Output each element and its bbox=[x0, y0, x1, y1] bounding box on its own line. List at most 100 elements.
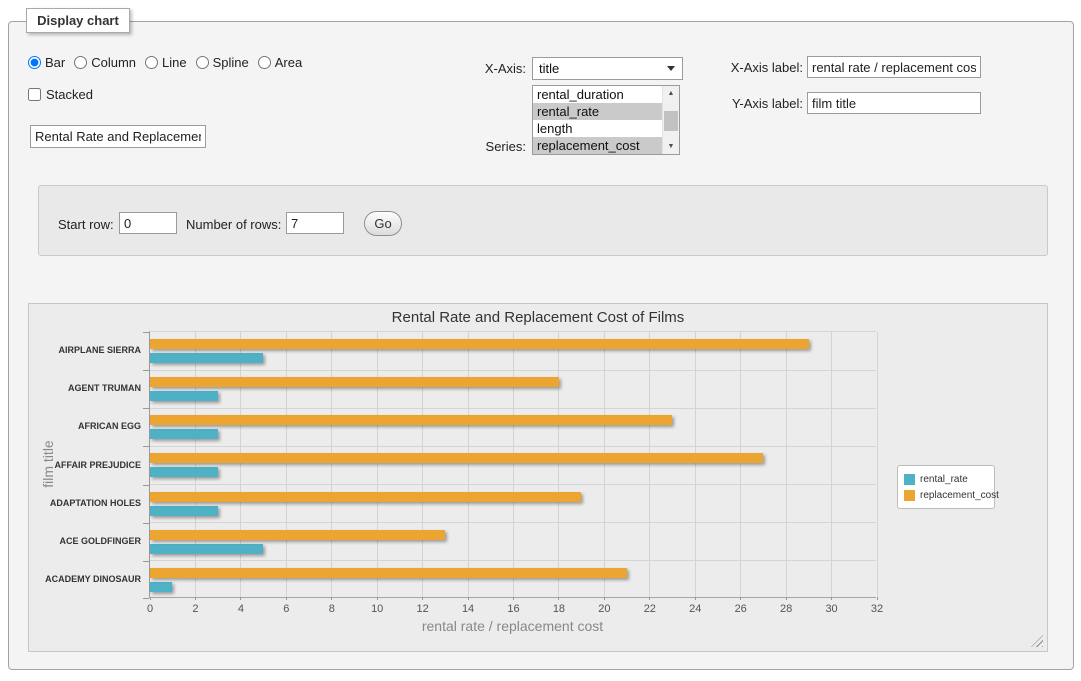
x-axis-label-input[interactable] bbox=[807, 56, 981, 78]
category-tick bbox=[143, 408, 149, 409]
scroll-down-icon[interactable]: ▼ bbox=[663, 139, 679, 154]
series-multiselect[interactable]: rental_durationrental_ratelengthreplacem… bbox=[532, 85, 680, 155]
legend-swatch-rental_rate bbox=[904, 474, 915, 485]
x-tick-label: 12 bbox=[407, 603, 439, 615]
chart-type-option-line[interactable]: Line bbox=[145, 55, 187, 70]
gridline bbox=[877, 332, 878, 597]
chart-type-option-area[interactable]: Area bbox=[258, 55, 302, 70]
start-row-label: Start row: bbox=[58, 217, 114, 232]
x-tick-label: 24 bbox=[679, 603, 711, 615]
bar-replacement_cost bbox=[150, 377, 559, 387]
category-label: ACADEMY DINOSAUR bbox=[32, 574, 141, 584]
x-tick-label: 16 bbox=[498, 603, 530, 615]
gridline bbox=[150, 560, 876, 561]
axis-tick bbox=[422, 597, 423, 600]
gridline bbox=[468, 332, 469, 597]
bar-rental_rate bbox=[150, 429, 218, 439]
y-axis-label-input[interactable] bbox=[807, 92, 981, 114]
x-axis-select-label: X-Axis: bbox=[438, 61, 526, 76]
axis-tick bbox=[331, 597, 332, 600]
category-tick bbox=[143, 598, 149, 599]
number-of-rows-label: Number of rows: bbox=[186, 217, 281, 232]
legend-label: rental_rate bbox=[920, 474, 968, 485]
chart-type-option-bar[interactable]: Bar bbox=[28, 55, 65, 70]
axis-tick bbox=[877, 597, 878, 600]
axis-tick bbox=[377, 597, 378, 600]
gridline bbox=[331, 332, 332, 597]
number-of-rows-input[interactable] bbox=[286, 212, 344, 234]
resize-grip-icon[interactable] bbox=[1031, 635, 1043, 647]
x-tick-label: 4 bbox=[225, 603, 257, 615]
x-tick-label: 32 bbox=[861, 603, 893, 615]
gridline bbox=[150, 408, 876, 409]
series-option-length[interactable]: length bbox=[533, 120, 662, 137]
stacked-checkbox[interactable] bbox=[28, 88, 41, 101]
chart-type-group: Bar Column Line Spline Area bbox=[28, 53, 302, 71]
gridline bbox=[422, 332, 423, 597]
bar-rental_rate bbox=[150, 582, 172, 592]
chart-title-input[interactable] bbox=[30, 125, 206, 148]
bar-replacement_cost bbox=[150, 568, 627, 578]
gridline bbox=[195, 332, 196, 597]
legend-item-replacement_cost[interactable]: replacement_cost bbox=[904, 487, 988, 503]
stacked-option[interactable]: Stacked bbox=[28, 87, 93, 102]
chart-type-radio-area[interactable] bbox=[258, 56, 271, 69]
gridline bbox=[150, 370, 876, 371]
fieldset-legend: Display chart bbox=[26, 8, 130, 33]
gridline bbox=[513, 332, 514, 597]
x-tick-label: 8 bbox=[316, 603, 348, 615]
series-select-label: Series: bbox=[438, 139, 526, 154]
gridline bbox=[377, 332, 378, 597]
chart-legend: rental_rate replacement_cost bbox=[897, 465, 995, 509]
category-label: ADAPTATION HOLES bbox=[32, 498, 141, 508]
axis-tick bbox=[831, 597, 832, 600]
x-tick-label: 6 bbox=[270, 603, 302, 615]
axis-tick bbox=[740, 597, 741, 600]
scrollbar-track[interactable] bbox=[663, 101, 679, 139]
axis-tick bbox=[649, 597, 650, 600]
bar-rental_rate bbox=[150, 391, 218, 401]
category-label: AFRICAN EGG bbox=[32, 421, 141, 431]
category-tick bbox=[143, 485, 149, 486]
chart-type-option-column[interactable]: Column bbox=[74, 55, 136, 70]
series-scrollbar[interactable]: ▲ ▼ bbox=[662, 86, 679, 154]
series-option-rental_duration[interactable]: rental_duration bbox=[533, 86, 662, 103]
scrollbar-thumb[interactable] bbox=[664, 111, 678, 131]
chart-type-radio-line[interactable] bbox=[145, 56, 158, 69]
axis-tick bbox=[286, 597, 287, 600]
x-tick-label: 2 bbox=[179, 603, 211, 615]
stacked-label: Stacked bbox=[46, 87, 93, 102]
chart-type-radio-spline[interactable] bbox=[196, 56, 209, 69]
category-label: ACE GOLDFINGER bbox=[32, 536, 141, 546]
scroll-up-icon[interactable]: ▲ bbox=[663, 86, 679, 101]
series-option-replacement_cost[interactable]: replacement_cost bbox=[533, 137, 662, 154]
category-tick bbox=[143, 446, 149, 447]
x-axis-select[interactable]: title bbox=[532, 57, 683, 80]
x-tick-label: 28 bbox=[770, 603, 802, 615]
series-options: rental_durationrental_ratelengthreplacem… bbox=[533, 86, 662, 154]
bar-replacement_cost bbox=[150, 453, 763, 463]
chart-type-radio-column[interactable] bbox=[74, 56, 87, 69]
category-label: AGENT TRUMAN bbox=[32, 383, 141, 393]
legend-item-rental_rate[interactable]: rental_rate bbox=[904, 471, 988, 487]
category-tick bbox=[143, 523, 149, 524]
row-range-panel: Start row: Number of rows: Go bbox=[38, 185, 1048, 256]
chart-type-label-area: Area bbox=[275, 55, 302, 70]
y-axis-label-field-label: Y-Axis label: bbox=[711, 96, 803, 111]
fieldset-legend-text: Display chart bbox=[37, 13, 119, 28]
category-tick bbox=[143, 370, 149, 371]
bar-rental_rate bbox=[150, 506, 218, 516]
start-row-input[interactable] bbox=[119, 212, 177, 234]
gridline bbox=[150, 522, 876, 523]
legend-swatch-replacement_cost bbox=[904, 490, 915, 501]
x-tick-label: 20 bbox=[588, 603, 620, 615]
chart-type-option-spline[interactable]: Spline bbox=[196, 55, 249, 70]
chart-type-radio-bar[interactable] bbox=[28, 56, 41, 69]
gridline bbox=[604, 332, 605, 597]
bar-rental_rate bbox=[150, 467, 218, 477]
series-option-rental_rate[interactable]: rental_rate bbox=[533, 103, 662, 120]
gridline bbox=[831, 332, 832, 597]
go-button[interactable]: Go bbox=[364, 211, 402, 236]
gridline bbox=[558, 332, 559, 597]
plot-area: 02468101214161820222426283032AIRPLANE SI… bbox=[149, 331, 876, 598]
